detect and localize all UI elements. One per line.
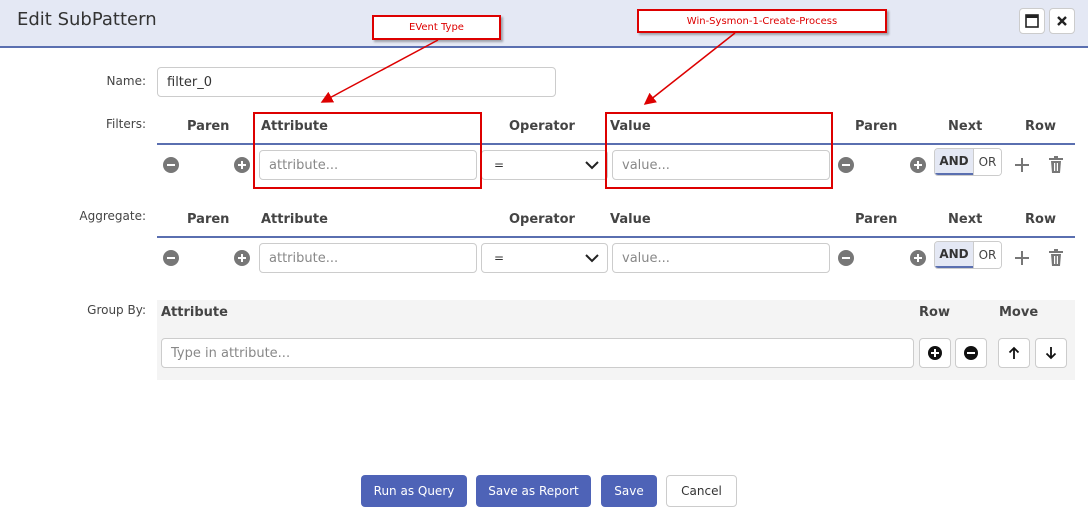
- annotation-arrows: [320, 32, 736, 105]
